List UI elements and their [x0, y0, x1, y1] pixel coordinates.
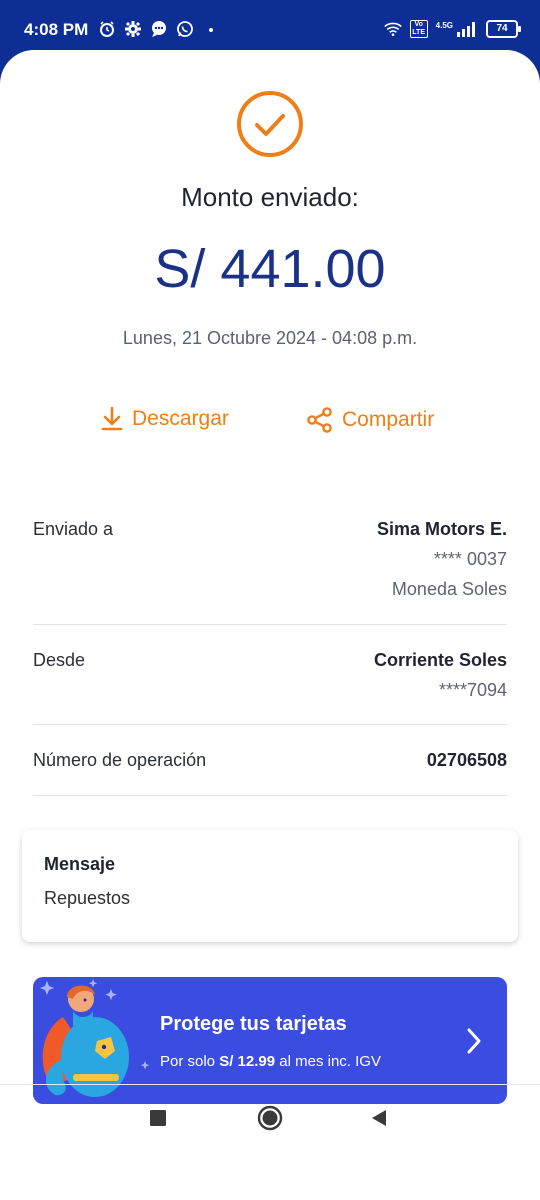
share-label: Compartir — [342, 408, 435, 431]
detail-row-operation: Número de operación 02706508 — [33, 725, 507, 796]
sent-to-label: Enviado a — [33, 519, 114, 539]
transaction-datetime: Lunes, 21 Octubre 2024 - 04:08 p.m. — [122, 328, 418, 348]
download-icon — [100, 406, 124, 432]
back-icon[interactable] — [366, 1105, 392, 1131]
promo-title: Protege tus tarjetas — [160, 1013, 347, 1035]
status-icons-right: Vo LTE 4.5G 74 — [383, 20, 521, 38]
detail-row-sent-to: Enviado a Sima Motors E. **** 0037 Moned… — [33, 505, 507, 625]
source-account-type: Corriente Soles — [373, 650, 507, 670]
download-label: Descargar — [132, 407, 229, 430]
chevron-right-icon[interactable] — [465, 1027, 483, 1055]
source-account: ****7094 — [438, 680, 507, 700]
battery-level: 74 — [496, 23, 508, 34]
from-label: Desde — [33, 650, 86, 670]
status-time: 4:08 PM — [24, 20, 89, 39]
wifi-icon — [383, 20, 402, 38]
whatsapp-icon — [176, 20, 194, 38]
chat-icon — [150, 20, 168, 38]
home-icon[interactable] — [257, 1105, 283, 1131]
receipt-sheet: Monto enviado: S/ 441.00 Lunes, 21 Octub… — [0, 50, 540, 1200]
page-title: Monto enviado: — [181, 182, 359, 212]
check-circle-icon — [236, 90, 304, 158]
notification-dot-icon — [202, 20, 220, 38]
promo-sub-prefix: Por solo — [160, 1053, 220, 1070]
transfer-details: Enviado a Sima Motors E. **** 0037 Moned… — [33, 505, 507, 796]
amount-sent: S/ 441.00 — [154, 239, 386, 299]
alarm-icon — [98, 20, 116, 38]
recipient-account: **** 0037 — [433, 549, 507, 569]
signal-icon: 4.5G — [436, 21, 478, 37]
operation-label: Número de operación — [33, 750, 207, 770]
status-icons-left — [98, 20, 220, 38]
promo-price: S/ 12.99 — [219, 1053, 276, 1070]
volte-icon: Vo LTE — [409, 20, 428, 38]
message-text: Repuestos — [44, 888, 131, 908]
promo-sub-suffix: al mes inc. IGV — [275, 1053, 381, 1070]
recipient-name: Sima Motors E. — [376, 519, 507, 539]
system-nav-bar — [0, 1085, 540, 1150]
recipient-currency: Moneda Soles — [391, 579, 507, 599]
network-type: 4.5G — [435, 21, 453, 30]
settings-icon — [124, 20, 142, 38]
promo-subtitle: Por solo S/ 12.99 al mes inc. IGV — [160, 1053, 381, 1070]
share-icon — [306, 406, 334, 434]
message-title: Mensaje — [44, 854, 116, 874]
battery-icon: 74 — [486, 20, 521, 38]
share-button[interactable]: Compartir — [306, 406, 434, 434]
message-card: Mensaje Repuestos — [22, 830, 518, 942]
detail-row-from: Desde Corriente Soles ****7094 — [33, 625, 507, 725]
recent-apps-icon[interactable] — [145, 1105, 171, 1131]
operation-number: 02706508 — [426, 750, 507, 770]
receipt-actions: Descargar Compartir — [0, 406, 540, 446]
download-button[interactable]: Descargar — [100, 406, 229, 432]
